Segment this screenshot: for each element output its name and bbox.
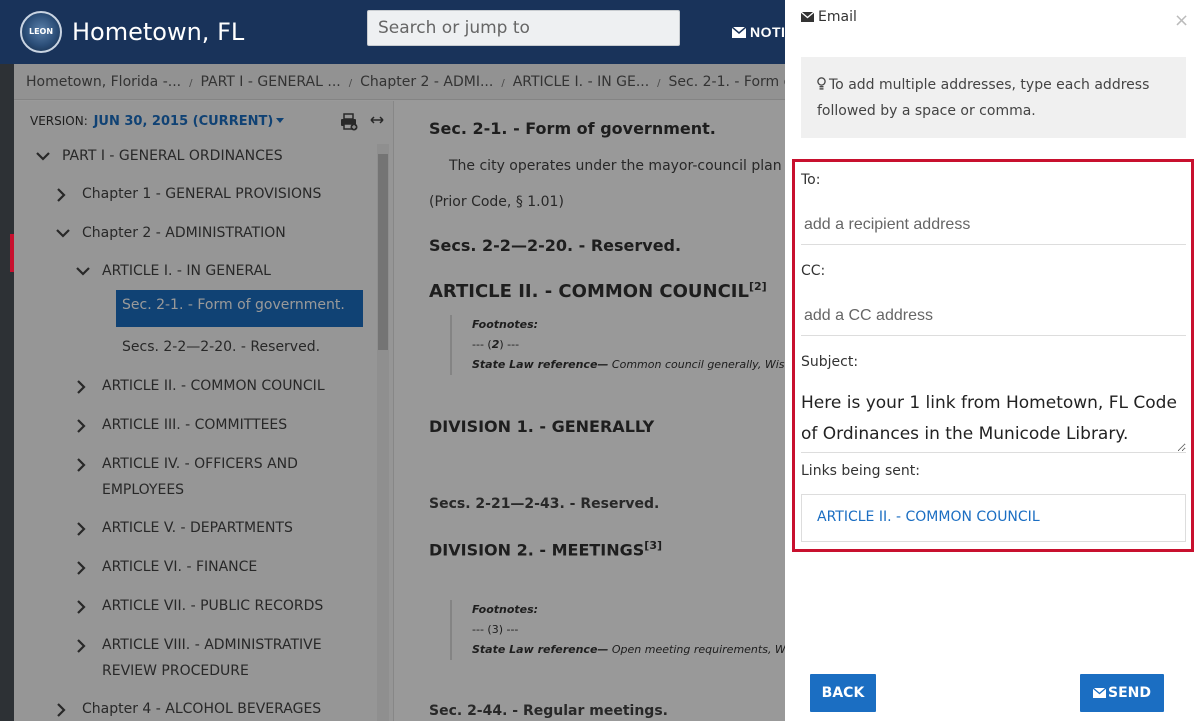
modal-backdrop[interactable]	[14, 64, 785, 721]
send-label: SEND	[1108, 685, 1151, 701]
subject-textarea[interactable]: Here is your 1 link from Hometown, FL Co…	[801, 381, 1186, 453]
site-title[interactable]: Hometown, FL	[72, 18, 244, 46]
subject-label: Subject:	[801, 354, 859, 370]
lightbulb-icon	[817, 77, 826, 90]
cc-input[interactable]	[801, 296, 1186, 336]
send-button[interactable]: SEND	[1080, 674, 1164, 712]
left-rail	[0, 64, 14, 721]
email-title-text: Email	[818, 9, 857, 25]
links-list: ARTICLE II. - COMMON COUNCIL	[801, 494, 1186, 542]
email-form: To: CC: Subject: Here is your 1 link fro…	[792, 159, 1194, 552]
tip-text: To add multiple addresses, type each add…	[817, 77, 1150, 119]
info-tip: To add multiple addresses, type each add…	[801, 57, 1186, 138]
envelope-icon	[731, 26, 747, 38]
city-seal-logo[interactable]: LEON	[20, 11, 62, 53]
notifications-button[interactable]: NOTI	[731, 24, 786, 40]
back-button[interactable]: BACK	[810, 674, 876, 712]
logo-text: LEON	[28, 27, 54, 36]
links-label: Links being sent:	[801, 463, 920, 479]
to-input[interactable]	[801, 205, 1186, 245]
link-item[interactable]: ARTICLE II. - COMMON COUNCIL	[817, 509, 1040, 525]
email-panel-title: Email	[800, 9, 857, 25]
envelope-icon	[1092, 687, 1107, 698]
envelope-icon	[800, 11, 815, 22]
notifications-label: NOTI	[750, 24, 786, 40]
cc-label: CC:	[801, 263, 826, 279]
to-label: To:	[801, 172, 821, 188]
email-panel: Email × To add multiple addresses, type …	[785, 0, 1200, 721]
search-input[interactable]	[367, 10, 680, 46]
close-icon[interactable]: ×	[1174, 12, 1189, 30]
